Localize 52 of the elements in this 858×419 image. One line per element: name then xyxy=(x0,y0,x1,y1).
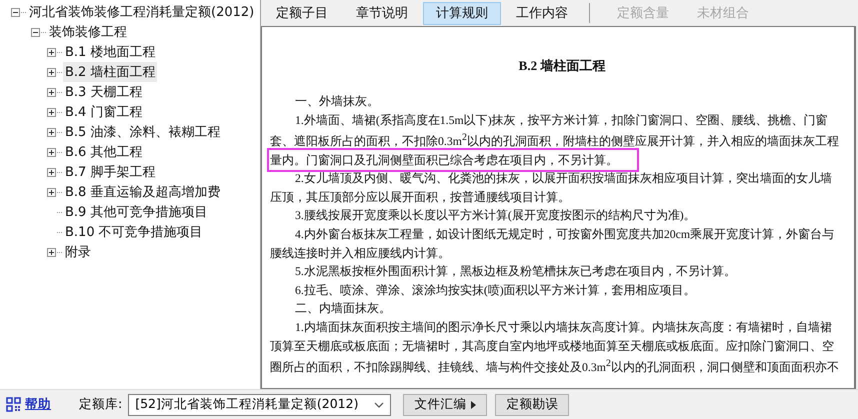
toolbar-button[interactable]: 文件汇编 xyxy=(403,394,488,416)
tab[interactable]: 定额子目 xyxy=(263,2,341,24)
paragraph-line: 套、遮阳板所占的面积，不扣除0.3m$^{2}$以内的孔洞面积，附墙柱的侧壁应展开计算，并入相应的墙面抹灰工程 xyxy=(270,131,839,150)
expand-icon[interactable] xyxy=(47,248,56,256)
paragraph-line: 二、内墙面抹灰。 xyxy=(295,300,391,318)
tree-item[interactable]: B.8 垂直运输及超高增加费 xyxy=(63,182,222,202)
tree-item[interactable]: B.4 门窗工程 xyxy=(63,102,144,122)
expand-icon[interactable] xyxy=(47,48,56,56)
paragraph-line: 2.女儿墙顶及内侧、暖气沟、化粪池的抹灰，以展开面积按墙面抹灰相应项目计算，突出墙面的女儿墙 xyxy=(295,170,832,188)
tree-item[interactable]: 河北省装饰装修工程消耗量定额(2012) xyxy=(27,2,256,22)
paragraph-line: 5.水泥黑板按框外围面积计算，黑板边框及粉笔槽抹灰已考虑在项目内，不另计算。 xyxy=(295,263,736,280)
library-dropdown[interactable]: [52]河北省装饰工程消耗量定额(2012) xyxy=(128,394,392,416)
expand-icon[interactable] xyxy=(47,148,56,156)
tree-item[interactable]: B.7 脚手架工程 xyxy=(63,162,158,182)
library-label: 定额库: xyxy=(79,396,122,413)
paragraph-line: 1.内墙面抹灰面积按主墙间的图示净长尺寸乘以内墙抹灰高度计算。内墙抹灰高度：有墙裙时，自墙裙 xyxy=(295,319,832,336)
tree-item[interactable]: B.10 不可竞争措施项目 xyxy=(63,222,205,242)
expand-icon[interactable] xyxy=(47,128,56,136)
expand-icon[interactable] xyxy=(47,188,56,196)
expand-icon[interactable] xyxy=(47,108,56,116)
expand-icon[interactable] xyxy=(47,88,56,96)
document-title: B.2 墙柱面工程 xyxy=(518,57,606,75)
expand-icon[interactable] xyxy=(47,68,56,76)
tree-item[interactable]: B.3 天棚工程 xyxy=(63,82,144,102)
tree-item[interactable]: B.1 楼地面工程 xyxy=(63,42,158,62)
paragraph-line: 顶算至天棚底或板底面；无墙裙时，其高度自室内地坪或楼地面算至天棚底或板底面。应扣除门窗洞口、空 xyxy=(270,338,834,355)
paragraph-line: 压顶，其压顶部分应以展开面积，按普通腰线项目计算。 xyxy=(270,188,570,206)
tree-item[interactable]: 附录 xyxy=(63,242,93,262)
tree-item[interactable]: B.9 其他可竞争措施项目 xyxy=(63,202,210,222)
tab[interactable]: 计算规则 xyxy=(423,2,501,24)
toolbar-button[interactable]: 定额勘误 xyxy=(495,394,570,416)
chevron-down-icon xyxy=(374,402,384,408)
caret-right-icon xyxy=(471,400,476,408)
tree-item[interactable]: B.2 墙柱面工程 xyxy=(63,62,158,82)
paragraph-line: 一、外墙抹灰。 xyxy=(295,93,379,110)
paragraph-line: 圈所占的面积，不扣除踢脚线、挂镜线、墙与构件交接处及0.3m$^{2}$以内的孔洞面积，洞口侧壁和顶面面积亦不 xyxy=(270,357,839,376)
paragraph-line: 6.拉毛、喷涂、弹涂、滚涂均按实抹(喷)面积以平方米计算，套用相应项目。 xyxy=(295,282,696,299)
paragraph-line: 4.内外窗台板抹灰工程量，如设计图纸无规定时，可按窗外围宽度共加20cm乘展开宽度计算，外窗台与 xyxy=(295,226,834,244)
collapse-icon[interactable] xyxy=(11,8,20,16)
help-link[interactable]: 帮助 xyxy=(25,396,51,413)
paragraph-line: 量内。门窗洞口及孔洞侧壁面积已综合考虑在项目内，不另计算。 xyxy=(270,150,636,170)
paragraph-line: 3.腰线按展开宽度乘以长度以平方米计算(展开宽度按图示的结构尺寸为准)。 xyxy=(295,207,696,224)
tree-item[interactable]: B.5 油漆、涂料、裱糊工程 xyxy=(63,122,222,142)
tree-item[interactable]: B.6 其他工程 xyxy=(63,142,144,162)
paragraph-line: 腰线连接时并入相应腰线内计算。 xyxy=(270,244,450,262)
qr-code-icon xyxy=(6,397,21,412)
expand-icon[interactable] xyxy=(47,168,56,176)
tree-item[interactable]: 装饰装修工程 xyxy=(47,22,129,42)
tab[interactable]: 章节说明 xyxy=(343,2,421,24)
collapse-icon[interactable] xyxy=(31,28,40,36)
tab[interactable]: 工作内容 xyxy=(503,2,581,24)
paragraph-line: 1.外墙面、墙裙(系指高度在1.5m以下)抹灰，按平方米计算，扣除门窗洞口、空圈、腰线、挑檐、门窗 xyxy=(295,112,828,129)
